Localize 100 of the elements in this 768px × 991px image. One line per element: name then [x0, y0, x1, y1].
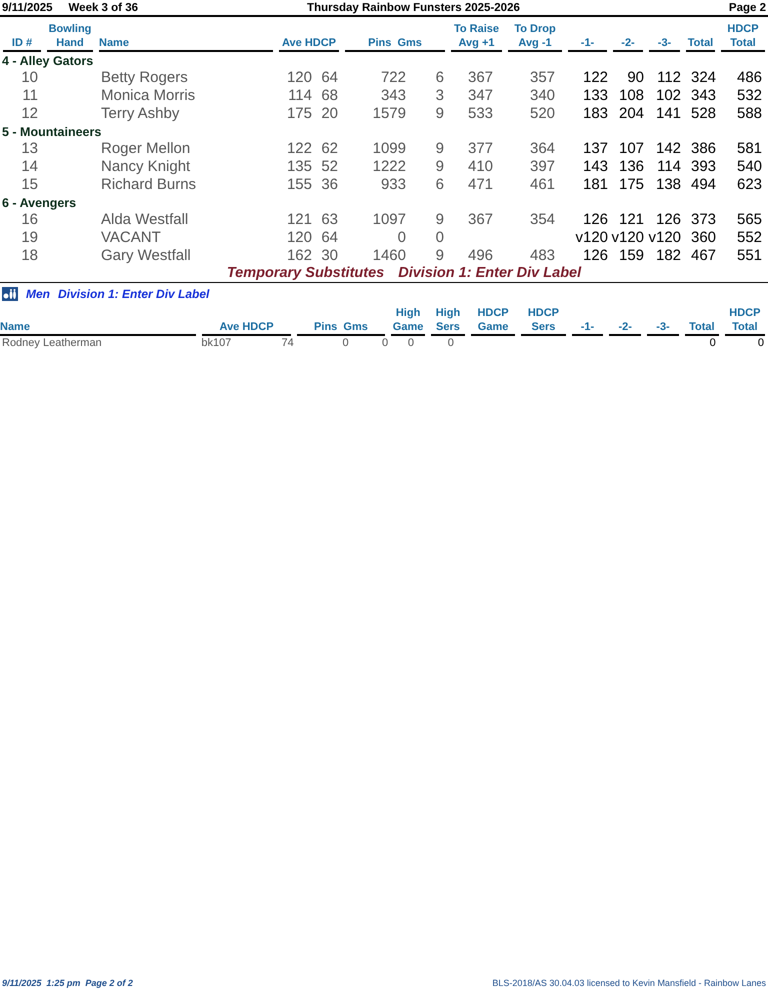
table-cell: 722 — [380, 69, 406, 86]
table-cell: v120 — [575, 229, 608, 246]
column-header: -1- — [568, 36, 608, 52]
table-cell: 12 — [21, 105, 38, 122]
table-cell: 114 — [288, 87, 312, 104]
column-header: -2- — [609, 320, 642, 336]
table-cell: 6 — [436, 69, 444, 86]
table-cell: 63 — [321, 211, 338, 228]
table-cell: 175 — [618, 176, 644, 193]
table-cell: 126 — [582, 247, 608, 264]
table-cell: 126 — [656, 211, 682, 228]
table-cell: 467 — [690, 247, 716, 264]
column-header: Pins Gms — [345, 36, 446, 52]
table-cell: 121 — [618, 211, 644, 228]
table-cell: 102 — [656, 87, 682, 104]
table-cell: 588 — [736, 105, 762, 122]
table-cell: 340 — [530, 87, 556, 104]
table-cell: 19 — [21, 229, 38, 246]
table-cell: 360 — [690, 229, 716, 246]
table-cell: 181 — [582, 176, 608, 193]
table-cell: 367 — [468, 69, 494, 86]
table-cell: 354 — [530, 211, 556, 228]
table-cell: 36 — [321, 176, 338, 193]
table-cell: 494 — [690, 176, 716, 193]
table-cell: 90 — [627, 69, 644, 86]
table-cell: 20 — [321, 105, 338, 122]
table-cell: 142 — [656, 140, 682, 157]
table-cell: 532 — [736, 87, 762, 104]
table-cell: 410 — [468, 158, 494, 175]
team-name: 6 - Avengers — [2, 196, 76, 210]
table-cell: 471 — [468, 176, 494, 193]
table-cell: 175 — [286, 105, 312, 122]
table-cell: 9 — [436, 158, 444, 175]
column-header: Avg -1 — [508, 36, 562, 52]
table-cell: v120 — [611, 229, 644, 246]
table-cell: 62 — [321, 140, 338, 157]
table-cell: 74 — [281, 337, 294, 349]
table-cell: 0 — [758, 337, 764, 349]
column-header: Total — [721, 36, 766, 52]
column-header: Hand — [47, 36, 93, 52]
section-title: Temporary Substitutes — [226, 265, 384, 282]
column-header: Bowling — [48, 22, 92, 36]
table-cell: 64 — [321, 69, 338, 86]
column-header: Total — [686, 36, 716, 52]
table-cell: 483 — [530, 247, 556, 264]
column-header: Total — [724, 320, 765, 336]
table-cell: 16 — [21, 211, 38, 228]
table-cell: 357 — [530, 69, 556, 86]
table-cell: 122 — [582, 69, 608, 86]
table-cell: 552 — [736, 229, 762, 246]
table-cell: 182 — [656, 247, 682, 264]
table-cell: 120 — [286, 69, 312, 86]
table-cell: 373 — [690, 211, 716, 228]
table-cell: bk107 — [201, 337, 232, 349]
column-header: To Drop — [514, 22, 556, 36]
division-label: Division 1: Enter Div Label — [58, 287, 210, 301]
table-cell: 343 — [690, 87, 716, 104]
table-cell: 386 — [690, 140, 716, 157]
column-header: -3- — [649, 36, 680, 52]
week-label: Week 3 of 36 — [68, 2, 138, 14]
table-cell: 565 — [736, 211, 762, 228]
table-cell: 138 — [656, 176, 682, 193]
division-label: Division 1: Enter Div Label — [398, 265, 582, 282]
column-header: Sers — [521, 320, 566, 336]
table-cell: 1460 — [372, 247, 406, 264]
table-cell: 204 — [618, 105, 644, 122]
table-cell: Richard Burns — [101, 176, 196, 193]
column-header: HDCP — [729, 306, 760, 320]
license-note: BLS-2018/AS 30.04.03 licensed to Kevin Mansfield - Rainbow Lanes — [492, 978, 766, 988]
table-cell: 13 — [21, 140, 38, 157]
table-cell: 143 — [582, 158, 608, 175]
table-cell: 162 — [286, 247, 312, 264]
column-header: Game — [391, 320, 426, 336]
column-header: To Raise — [454, 22, 500, 36]
column-header: Ave HDCP — [279, 36, 339, 52]
table-cell: Gary Westfall — [101, 247, 191, 264]
table-cell: 11 — [22, 87, 38, 104]
table-cell: 0 — [398, 229, 406, 246]
print-timestamp: 9/11/2025 1:25 pm Page 2 of 2 — [2, 978, 133, 988]
table-cell: 30 — [321, 247, 338, 264]
table-cell: v120 — [648, 229, 682, 246]
column-header: Ave HDCP — [202, 320, 291, 336]
table-cell: 10 — [21, 69, 38, 86]
team-name: 5 - Mountaineers — [2, 125, 102, 139]
table-cell: 347 — [468, 87, 494, 104]
table-cell: 112 — [657, 69, 682, 86]
table-cell: 367 — [468, 211, 494, 228]
table-cell: 14 — [21, 158, 38, 175]
column-header: -2- — [613, 36, 644, 52]
table-cell: 540 — [736, 158, 762, 175]
table-cell: 18 — [21, 247, 38, 264]
column-header: Name — [0, 320, 196, 336]
table-cell: 0 — [448, 337, 454, 349]
table-cell: 0 — [342, 337, 349, 349]
table-cell: 183 — [582, 105, 608, 122]
table-cell: 0 — [408, 337, 414, 349]
table-cell: 623 — [736, 176, 762, 193]
table-cell: 551 — [736, 247, 762, 264]
team-name: 4 - Alley Gators — [2, 54, 94, 68]
column-header: Sers — [431, 320, 465, 336]
